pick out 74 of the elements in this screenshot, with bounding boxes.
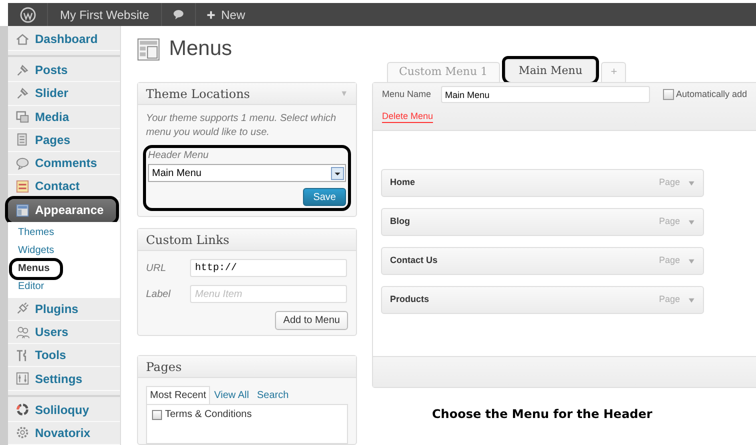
location-label: Header Menu <box>148 149 210 163</box>
page-title: Menus <box>169 36 232 62</box>
menu-name-label: Menu Name <box>382 88 432 101</box>
ring-icon <box>15 402 30 418</box>
header-menu-select[interactable]: Main Menu <box>148 164 346 182</box>
pushpin-icon <box>15 86 30 101</box>
submenu-item[interactable]: Widgets <box>12 242 120 259</box>
pages-tab[interactable]: View All <box>210 386 253 404</box>
comment-bubble-icon <box>172 8 186 21</box>
submenu-item[interactable]: Themes <box>12 224 120 241</box>
new-content-link[interactable]: New <box>196 3 256 26</box>
pushpin-icon <box>15 62 30 78</box>
menu-item-title: Products <box>390 293 430 306</box>
sidebar-item[interactable]: Plugins <box>8 298 120 321</box>
speech-bubble-icon <box>15 156 30 171</box>
sidebar-item[interactable]: Appearance <box>8 198 116 222</box>
menu-item-bar[interactable]: Products Page <box>381 286 704 314</box>
pages-tab[interactable]: Most Recent <box>146 386 210 404</box>
layout-icon <box>137 38 160 60</box>
caret-icon <box>688 218 695 226</box>
sidebar-item[interactable]: Slider <box>8 82 120 106</box>
menu-tab[interactable]: Custom Menu 1 <box>387 62 500 82</box>
submenu-item[interactable]: Editor <box>12 278 120 295</box>
sidebar-item[interactable]: Comments <box>8 152 120 176</box>
auto-add-checkbox[interactable]: Automatically add <box>662 88 747 102</box>
delete-menu-link[interactable]: Delete Menu <box>382 110 434 123</box>
menu-item-type: Page <box>658 215 680 228</box>
menu-item-bar[interactable]: Blog Page <box>381 208 704 236</box>
pages-tab[interactable]: Search <box>252 386 293 404</box>
sidebar-item[interactable]: Dashboard <box>8 28 120 52</box>
submenu-item[interactable]: Menus <box>12 260 60 277</box>
caret-icon <box>688 296 695 304</box>
form-icon <box>15 178 30 194</box>
select-value: Main Menu <box>152 166 202 180</box>
menu-item-type: Page <box>658 254 680 268</box>
panel-title: Pages <box>146 358 182 376</box>
menu-tab[interactable]: Main Menu <box>504 59 596 82</box>
sidebar-item[interactable]: Pages <box>8 128 120 152</box>
photos-icon <box>15 109 30 124</box>
wordpress-logo-icon <box>20 6 36 22</box>
menu-item-type: Page <box>658 293 680 306</box>
sidebar-item[interactable]: Novatorix <box>8 422 120 445</box>
theme-description: Your theme supports 1 menu. Select which menu you would like to use. <box>146 112 338 140</box>
sidebar-item[interactable]: Soliloquy <box>8 398 120 422</box>
save-button[interactable]: Save <box>303 188 346 206</box>
sidebar-item[interactable]: Media <box>8 106 120 129</box>
sidebar-item[interactable]: Users <box>8 320 120 344</box>
label-input[interactable]: Menu Item <box>190 285 347 303</box>
menu-item-title: Home <box>390 176 416 190</box>
caret-icon <box>688 258 695 264</box>
sidebar-item[interactable]: Settings <box>8 367 120 391</box>
field-label: Label <box>146 288 172 302</box>
menu-name-input[interactable]: Main Menu <box>441 86 650 103</box>
panel-title: Theme Locations <box>146 86 250 102</box>
menu-item-title: Blog <box>390 215 410 228</box>
menu-item-bar[interactable]: Contact Us Page <box>381 247 704 275</box>
add-to-menu-button[interactable]: Add to Menu <box>275 311 348 330</box>
caret-icon <box>688 180 695 186</box>
plus-icon <box>206 10 216 20</box>
panel-title: Custom Links <box>146 232 230 248</box>
users-icon <box>15 324 30 340</box>
plug-icon <box>15 301 30 316</box>
sidebar-item[interactable]: Tools <box>8 344 120 368</box>
house-icon <box>15 32 30 47</box>
sliders-icon <box>15 371 30 386</box>
menu-item-title: Contact Us <box>390 254 438 268</box>
gear-icon <box>15 425 30 440</box>
url-input[interactable]: http:// <box>190 259 347 277</box>
sidebar-item[interactable]: Posts <box>8 59 120 82</box>
layout-icon <box>15 202 30 218</box>
caption-text: Choose the Menu for the Header <box>431 406 654 423</box>
menu-item-type: Page <box>658 176 680 190</box>
field-label: URL <box>146 262 168 276</box>
menu-item-bar[interactable]: Home Page <box>381 169 704 197</box>
